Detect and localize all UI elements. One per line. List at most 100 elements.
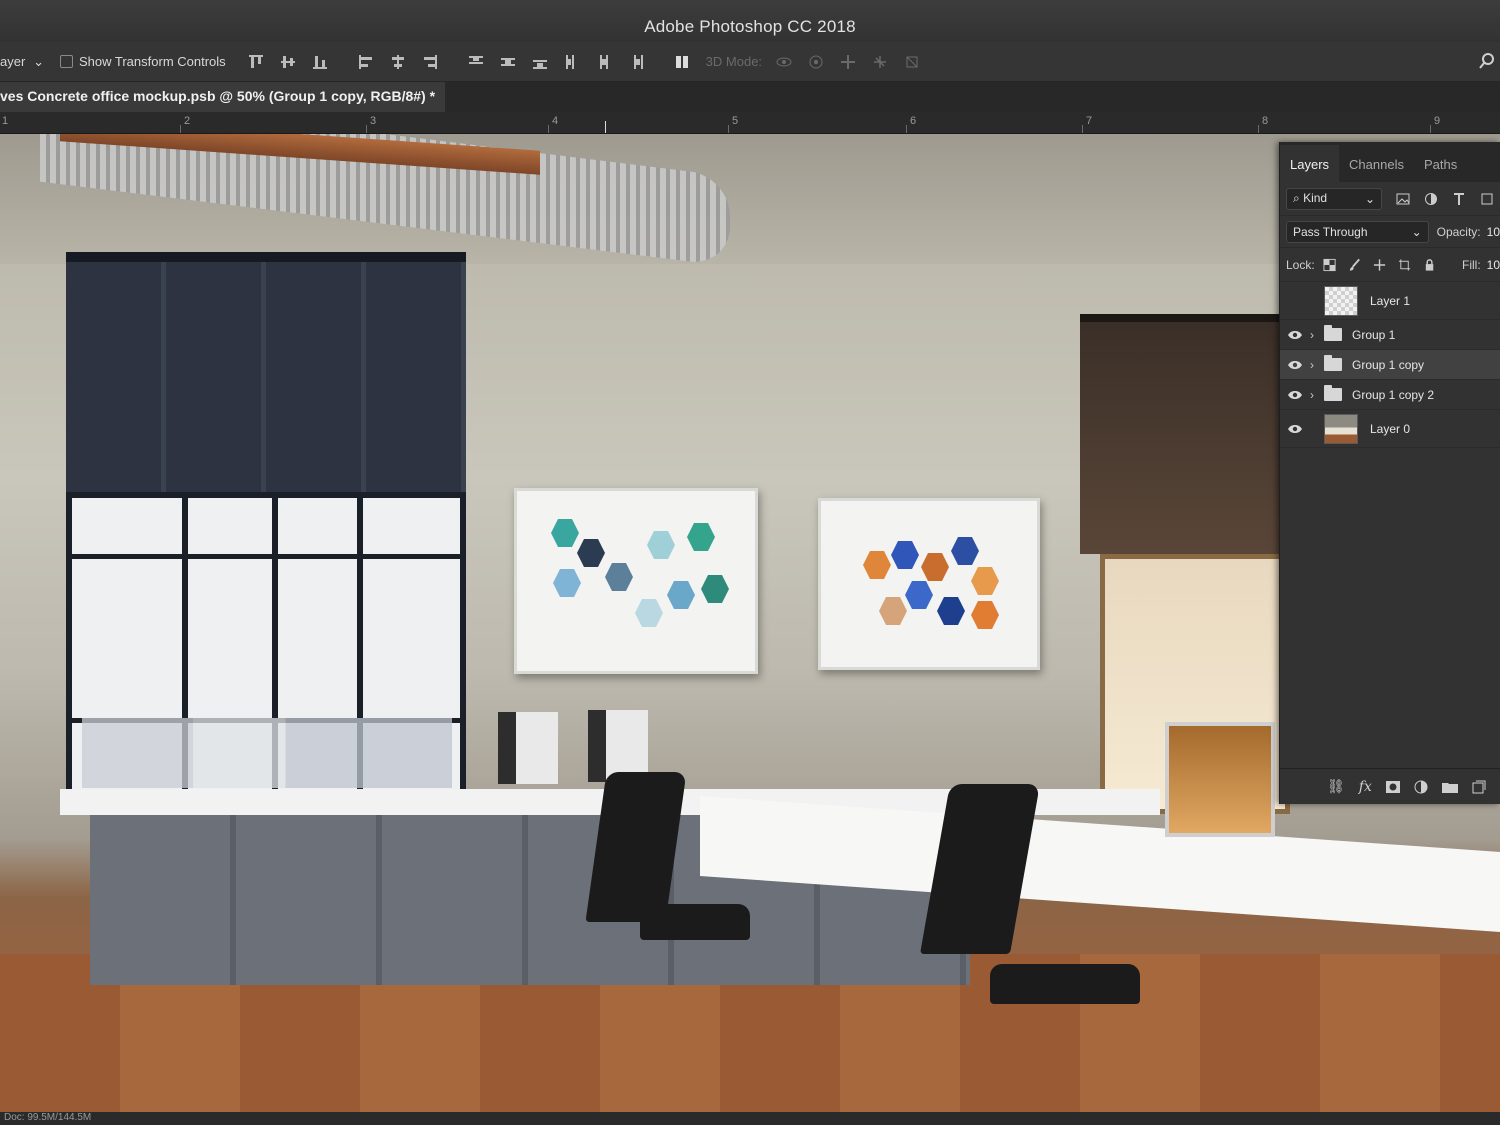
- 3d-pan-icon[interactable]: [832, 51, 864, 73]
- eye-icon[interactable]: [1280, 390, 1310, 400]
- left-window: [66, 492, 466, 802]
- chevron-down-icon: ⌄: [1411, 224, 1422, 239]
- lock-row: Lock: Fill: 10: [1280, 248, 1500, 282]
- fill-value[interactable]: 10: [1487, 258, 1500, 272]
- show-transform-label: Show Transform Controls: [79, 54, 226, 69]
- app-title: Adobe Photoshop CC 2018: [644, 17, 856, 36]
- ruler-number: 2: [184, 115, 191, 127]
- adjustment-icon[interactable]: [1414, 780, 1428, 794]
- filter-kind-value: Kind: [1303, 191, 1328, 205]
- auto-select-value: ayer: [0, 54, 26, 69]
- layer-name[interactable]: Group 1: [1352, 328, 1395, 342]
- options-bar: ayer ⌄ Show Transform Controls 3D Mode:: [0, 42, 1500, 82]
- lock-move-icon[interactable]: [1373, 258, 1386, 272]
- opacity-label: Opacity:: [1436, 224, 1481, 239]
- fill-label: Fill:: [1462, 257, 1481, 272]
- filter-adjustment-icon[interactable]: [1424, 192, 1438, 206]
- layer-row[interactable]: Layer 0: [1280, 410, 1500, 448]
- chevron-right-icon[interactable]: ›: [1310, 388, 1324, 402]
- layers-panel-footer: ⛓ fx: [1280, 768, 1500, 804]
- distribute-vcenter-icon[interactable]: [492, 51, 524, 73]
- new-layer-icon[interactable]: [1472, 780, 1486, 794]
- layer-thumbnail: [1324, 285, 1358, 316]
- folder-icon: [1324, 355, 1342, 371]
- search-icon[interactable]: [1478, 52, 1496, 73]
- horizontal-ruler: 1 2 3 4 5 6 7 8 9: [0, 112, 1500, 134]
- filter-kind-dropdown[interactable]: ⌕ Kind ⌄: [1286, 187, 1382, 210]
- layer-row[interactable]: Layer 1: [1280, 282, 1500, 320]
- lock-label: Lock:: [1286, 257, 1315, 272]
- align-top-icon[interactable]: [240, 51, 272, 73]
- lock-brush-icon[interactable]: [1348, 258, 1361, 272]
- mask-icon[interactable]: [1385, 780, 1400, 793]
- lock-transparent-icon[interactable]: [1323, 258, 1336, 272]
- chevron-right-icon[interactable]: ›: [1310, 328, 1324, 342]
- tab-layers[interactable]: Layers: [1280, 145, 1340, 182]
- align-left-icon[interactable]: [350, 51, 382, 73]
- blend-mode-value: Pass Through: [1293, 224, 1368, 239]
- panel-tabs: Layers Channels Paths: [1280, 142, 1500, 182]
- left-window-blind: [66, 252, 466, 492]
- chair-seat: [640, 904, 750, 940]
- align-vcenter-icon[interactable]: [272, 51, 304, 73]
- layers-panel: Layers Channels Paths ⌕ Kind ⌄ Pass Thro…: [1279, 142, 1500, 804]
- document-tab[interactable]: ves Concrete office mockup.psb @ 50% (Gr…: [0, 82, 446, 112]
- distribute-right-icon[interactable]: [620, 51, 652, 73]
- chevron-down-icon: ⌄: [33, 53, 44, 69]
- layer-row-selected[interactable]: › Group 1 copy: [1280, 350, 1500, 380]
- fx-icon[interactable]: fx: [1359, 779, 1372, 795]
- layer-name[interactable]: Layer 0: [1370, 422, 1410, 436]
- document-canvas[interactable]: [0, 134, 1500, 1114]
- eye-icon[interactable]: [1280, 330, 1310, 340]
- 3d-orbit-icon[interactable]: [768, 51, 800, 73]
- 3d-roll-icon[interactable]: [800, 51, 832, 73]
- status-bar: Doc: 99.5M/144.5M: [0, 1112, 1500, 1125]
- layer-row[interactable]: › Group 1: [1280, 320, 1500, 350]
- lock-artboard-icon[interactable]: [1398, 258, 1411, 272]
- lock-all-icon[interactable]: [1423, 258, 1436, 272]
- tab-channels[interactable]: Channels: [1339, 157, 1414, 182]
- ruler-number: 6: [910, 115, 917, 127]
- doc-size: Doc: 99.5M/144.5M: [4, 1112, 92, 1123]
- 3d-mode-label: 3D Mode:: [705, 54, 763, 69]
- wall-frame-left: [514, 488, 758, 674]
- distribute-top-icon[interactable]: [460, 51, 492, 73]
- ruler-number: 1: [2, 115, 9, 127]
- distribute-hcenter-icon[interactable]: [588, 51, 620, 73]
- search-icon: ⌕: [1293, 191, 1300, 205]
- desktop-monitor: [1165, 722, 1275, 837]
- folder-icon[interactable]: [1441, 781, 1458, 793]
- filter-pixel-icon[interactable]: [1396, 192, 1410, 206]
- link-icon[interactable]: ⛓: [1327, 778, 1345, 795]
- eye-icon[interactable]: [1280, 424, 1310, 434]
- layer-name[interactable]: Layer 1: [1370, 294, 1410, 308]
- ruler-number: 9: [1434, 115, 1441, 127]
- auto-select-dropdown[interactable]: ayer ⌄: [0, 51, 48, 73]
- chevron-right-icon[interactable]: ›: [1310, 358, 1324, 372]
- title-bar: Adobe Photoshop CC 2018: [0, 0, 1500, 42]
- filter-type-icon[interactable]: [1452, 192, 1466, 206]
- opacity-value[interactable]: 10: [1487, 225, 1500, 239]
- folder-icon: [1324, 385, 1342, 401]
- layer-row[interactable]: › Group 1 copy 2: [1280, 380, 1500, 410]
- auto-align-icon[interactable]: [666, 51, 698, 73]
- distribute-left-icon[interactable]: [556, 51, 588, 73]
- 3d-slide-icon[interactable]: [864, 51, 896, 73]
- show-transform-checkbox[interactable]: [60, 55, 73, 68]
- ruler-number: 7: [1086, 115, 1093, 127]
- align-bottom-icon[interactable]: [304, 51, 336, 73]
- distribute-bottom-icon[interactable]: [524, 51, 556, 73]
- layer-name[interactable]: Group 1 copy: [1352, 358, 1424, 372]
- filter-shape-icon[interactable]: [1480, 192, 1494, 206]
- tab-paths[interactable]: Paths: [1414, 157, 1467, 182]
- ruler-number: 3: [370, 115, 377, 127]
- layer-name[interactable]: Group 1 copy 2: [1352, 388, 1434, 402]
- chair-seat: [990, 964, 1140, 1004]
- align-right-icon[interactable]: [414, 51, 446, 73]
- blend-mode-dropdown[interactable]: Pass Through ⌄: [1286, 220, 1429, 243]
- eye-icon[interactable]: [1280, 360, 1310, 370]
- layer-filter-row: ⌕ Kind ⌄: [1280, 182, 1500, 216]
- 3d-scale-icon[interactable]: [896, 51, 928, 73]
- right-window-blind: [1080, 314, 1290, 554]
- align-hcenter-icon[interactable]: [382, 51, 414, 73]
